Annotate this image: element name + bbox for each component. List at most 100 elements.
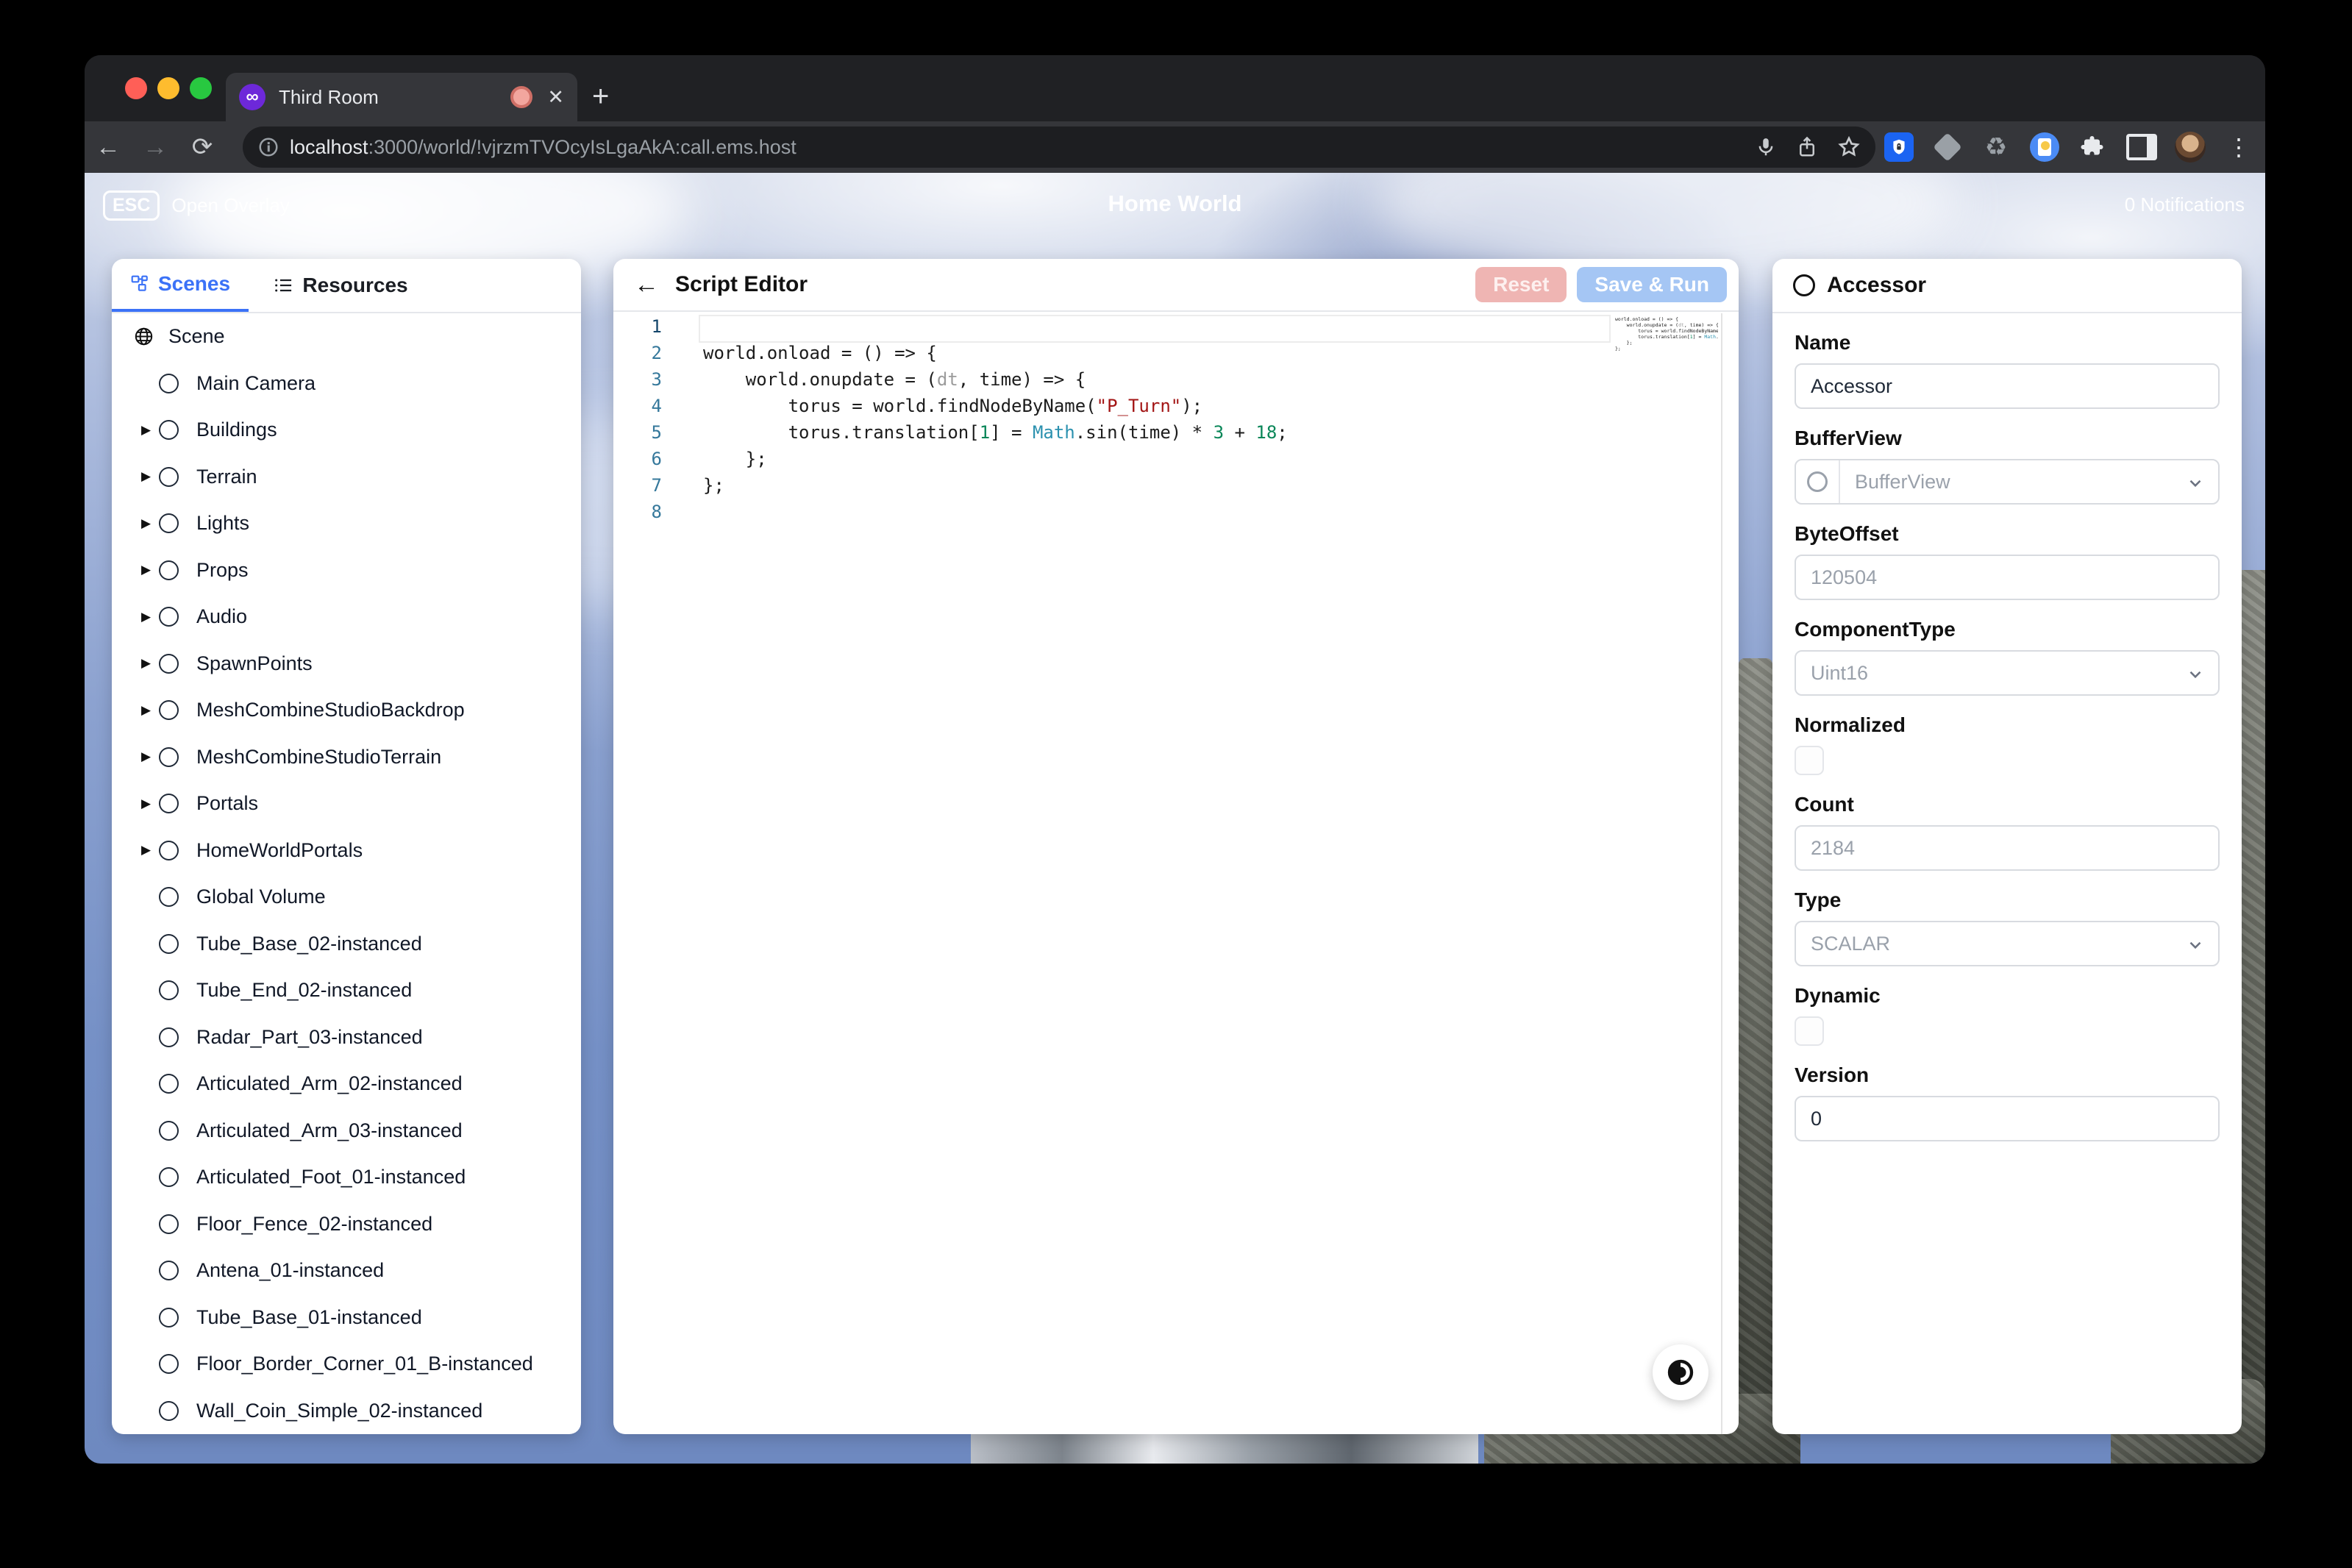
code-line[interactable]: torus.translation[1] = Math.sin(time) * … bbox=[703, 419, 1606, 446]
minimize-window-button[interactable] bbox=[157, 77, 179, 99]
tree-item-terrain[interactable]: ▶Terrain bbox=[112, 454, 581, 501]
normalized-checkbox[interactable] bbox=[1795, 746, 1824, 775]
site-info-icon[interactable] bbox=[257, 136, 279, 158]
tree-item-label: Global Volume bbox=[196, 885, 326, 908]
reset-button[interactable]: Reset bbox=[1475, 267, 1567, 302]
tab-scenes[interactable]: Scenes bbox=[112, 259, 249, 312]
expand-triangle-icon[interactable]: ▶ bbox=[141, 656, 152, 671]
code-line[interactable]: }; bbox=[703, 472, 1606, 499]
tree-item-tube-base-01-instanced[interactable]: ▶Tube_Base_01-instanced bbox=[112, 1294, 581, 1341]
theme-contrast-button[interactable] bbox=[1653, 1344, 1708, 1400]
component-type-select[interactable]: Uint16 bbox=[1795, 650, 2220, 696]
version-input[interactable] bbox=[1795, 1096, 2220, 1141]
browser-menu-icon[interactable]: ⋮ bbox=[2223, 131, 2255, 163]
tree-item-floor-fence-02-instanced[interactable]: ▶Floor_Fence_02-instanced bbox=[112, 1201, 581, 1248]
profile-avatar[interactable] bbox=[2174, 131, 2206, 163]
expand-triangle-icon[interactable]: ▶ bbox=[141, 516, 152, 531]
tree-item-tube-end-02-instanced[interactable]: ▶Tube_End_02-instanced bbox=[112, 967, 581, 1014]
reload-button[interactable]: ⟳ bbox=[179, 132, 226, 162]
tree-item-scene[interactable]: Scene bbox=[112, 313, 581, 360]
forward-button[interactable]: → bbox=[132, 133, 179, 162]
expand-triangle-icon[interactable]: ▶ bbox=[141, 703, 152, 718]
expand-triangle-icon[interactable]: ▶ bbox=[141, 423, 152, 438]
line-number[interactable]: 6 bbox=[613, 446, 665, 472]
notifications-counter[interactable]: 0 Notifications bbox=[2125, 193, 2245, 216]
tree-item-spawnpoints[interactable]: ▶SpawnPoints bbox=[112, 641, 581, 688]
tree-item-wall-coin-simple-02-instanced[interactable]: ▶Wall_Coin_Simple_02-instanced bbox=[112, 1388, 581, 1435]
save-and-run-button[interactable]: Save & Run bbox=[1577, 267, 1727, 302]
zoom-window-button[interactable] bbox=[190, 77, 212, 99]
tree-item-audio[interactable]: ▶Audio bbox=[112, 594, 581, 641]
tree-item-lights[interactable]: ▶Lights bbox=[112, 500, 581, 547]
tree-item-radar-part-03-instanced[interactable]: ▶Radar_Part_03-instanced bbox=[112, 1014, 581, 1061]
extensions-puzzle-icon[interactable] bbox=[2077, 131, 2109, 163]
tree-item-homeworldportals[interactable]: ▶HomeWorldPortals bbox=[112, 827, 581, 874]
tree-item-articulated-foot-01-instanced[interactable]: ▶Articulated_Foot_01-instanced bbox=[112, 1154, 581, 1201]
tab-resources[interactable]: Resources bbox=[249, 259, 432, 312]
microphone-icon[interactable] bbox=[1755, 136, 1777, 158]
code-line[interactable]: }; bbox=[703, 446, 1606, 472]
tree-item-label: Buildings bbox=[196, 418, 277, 441]
count-input[interactable] bbox=[1795, 825, 2220, 871]
expand-triangle-icon[interactable]: ▶ bbox=[141, 563, 152, 577]
new-tab-button[interactable]: + bbox=[592, 76, 609, 117]
expand-triangle-icon[interactable]: ▶ bbox=[141, 469, 152, 484]
line-number[interactable]: 8 bbox=[613, 499, 665, 525]
node-circle-icon bbox=[159, 654, 179, 674]
tree-item-floor-border-corner-01-b-instanced[interactable]: ▶Floor_Border_Corner_01_B-instanced bbox=[112, 1341, 581, 1388]
editor-minimap[interactable]: world.onload = () => { world.onupdate = … bbox=[1615, 316, 1718, 352]
node-circle-icon bbox=[159, 700, 179, 720]
tree-item-meshcombinestudiobackdrop[interactable]: ▶MeshCombineStudioBackdrop bbox=[112, 687, 581, 734]
buffer-view-select[interactable]: BufferView bbox=[1795, 459, 2220, 505]
back-icon[interactable]: ← bbox=[634, 271, 659, 299]
expand-triangle-icon[interactable]: ▶ bbox=[141, 749, 152, 764]
tree-item-meshcombinestudioterrain[interactable]: ▶MeshCombineStudioTerrain bbox=[112, 734, 581, 781]
back-button[interactable]: ← bbox=[85, 133, 132, 162]
tree-item-global-volume[interactable]: ▶Global Volume bbox=[112, 874, 581, 921]
code-line[interactable]: world.onload = () => { bbox=[703, 340, 1606, 366]
expand-triangle-icon[interactable]: ▶ bbox=[141, 797, 152, 811]
line-number[interactable]: 4 bbox=[613, 393, 665, 419]
code-content[interactable]: world.onload = () => { world.onupdate = … bbox=[703, 313, 1606, 525]
name-input[interactable] bbox=[1795, 363, 2220, 409]
tab-third-room[interactable]: ∞ Third Room ✕ bbox=[226, 73, 577, 121]
bookmark-star-icon[interactable] bbox=[1837, 135, 1861, 159]
code-line[interactable] bbox=[703, 313, 1606, 340]
tree-item-tube-base-02-instanced[interactable]: ▶Tube_Base_02-instanced bbox=[112, 921, 581, 968]
tree-item-props[interactable]: ▶Props bbox=[112, 547, 581, 594]
line-number[interactable]: 1 bbox=[613, 313, 665, 340]
dynamic-checkbox[interactable] bbox=[1795, 1016, 1824, 1046]
expand-triangle-icon[interactable]: ▶ bbox=[141, 843, 152, 858]
url-host: localhost bbox=[290, 136, 368, 158]
recycle-extension-icon[interactable]: ♻ bbox=[1980, 131, 2012, 163]
line-number[interactable]: 5 bbox=[613, 419, 665, 446]
third-room-world-view[interactable]: ESC Open Overlay Home World 0 Notificati… bbox=[85, 173, 2265, 1464]
dev-extension-icon[interactable] bbox=[1931, 131, 1964, 163]
line-number[interactable]: 7 bbox=[613, 472, 665, 499]
share-icon[interactable] bbox=[1796, 136, 1818, 158]
line-number[interactable]: 3 bbox=[613, 366, 665, 393]
address-bar[interactable]: localhost:3000/world/!vjrzmTVOcyIsLgaAkA… bbox=[243, 126, 1875, 168]
code-line[interactable]: torus = world.findNodeByName("P_Turn"); bbox=[703, 393, 1606, 419]
code-line[interactable] bbox=[703, 499, 1606, 525]
type-select[interactable]: SCALAR bbox=[1795, 921, 2220, 966]
line-number[interactable]: 2 bbox=[613, 340, 665, 366]
side-panel-icon[interactable] bbox=[2125, 131, 2158, 163]
tab-close-icon[interactable]: ✕ bbox=[547, 88, 564, 107]
close-window-button[interactable] bbox=[125, 77, 147, 99]
password-manager-extension-icon[interactable] bbox=[1883, 131, 1915, 163]
tree-item-buildings[interactable]: ▶ Buildings bbox=[112, 407, 581, 454]
tree-item-articulated-arm-03-instanced[interactable]: ▶Articulated_Arm_03-instanced bbox=[112, 1108, 581, 1155]
byte-offset-input[interactable] bbox=[1795, 555, 2220, 600]
expand-triangle-icon[interactable]: ▶ bbox=[141, 610, 152, 624]
dark-reader-extension-icon[interactable] bbox=[2028, 131, 2061, 163]
tree-item-label: Antena_01-instanced bbox=[196, 1259, 384, 1282]
code-line[interactable]: world.onupdate = (dt, time) => { bbox=[703, 366, 1606, 393]
tree-item-main-camera[interactable]: ▶Main Camera bbox=[112, 360, 581, 407]
tree-item-antena-01-instanced[interactable]: ▶Antena_01-instanced bbox=[112, 1247, 581, 1294]
accessor-properties-panel: Accessor Name BufferView BufferView bbox=[1772, 259, 2242, 1434]
code-editor[interactable]: 12345678 world.onload = () => { world.on… bbox=[613, 313, 1739, 1434]
tree-item-articulated-arm-02-instanced[interactable]: ▶Articulated_Arm_02-instanced bbox=[112, 1061, 581, 1108]
tree-item-portals[interactable]: ▶Portals bbox=[112, 780, 581, 827]
url-text[interactable]: localhost:3000/world/!vjrzmTVOcyIsLgaAkA… bbox=[290, 136, 1736, 159]
